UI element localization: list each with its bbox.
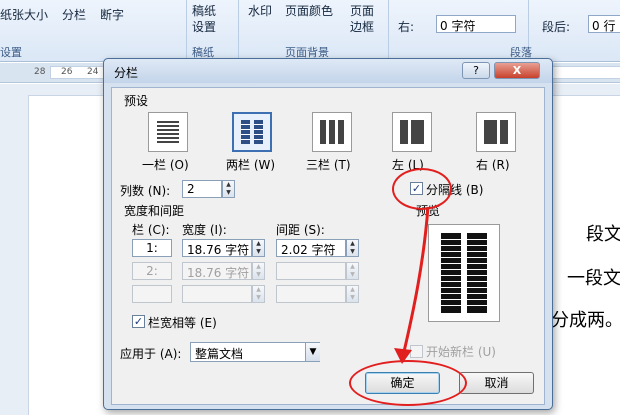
annotation-arrow	[394, 206, 430, 364]
